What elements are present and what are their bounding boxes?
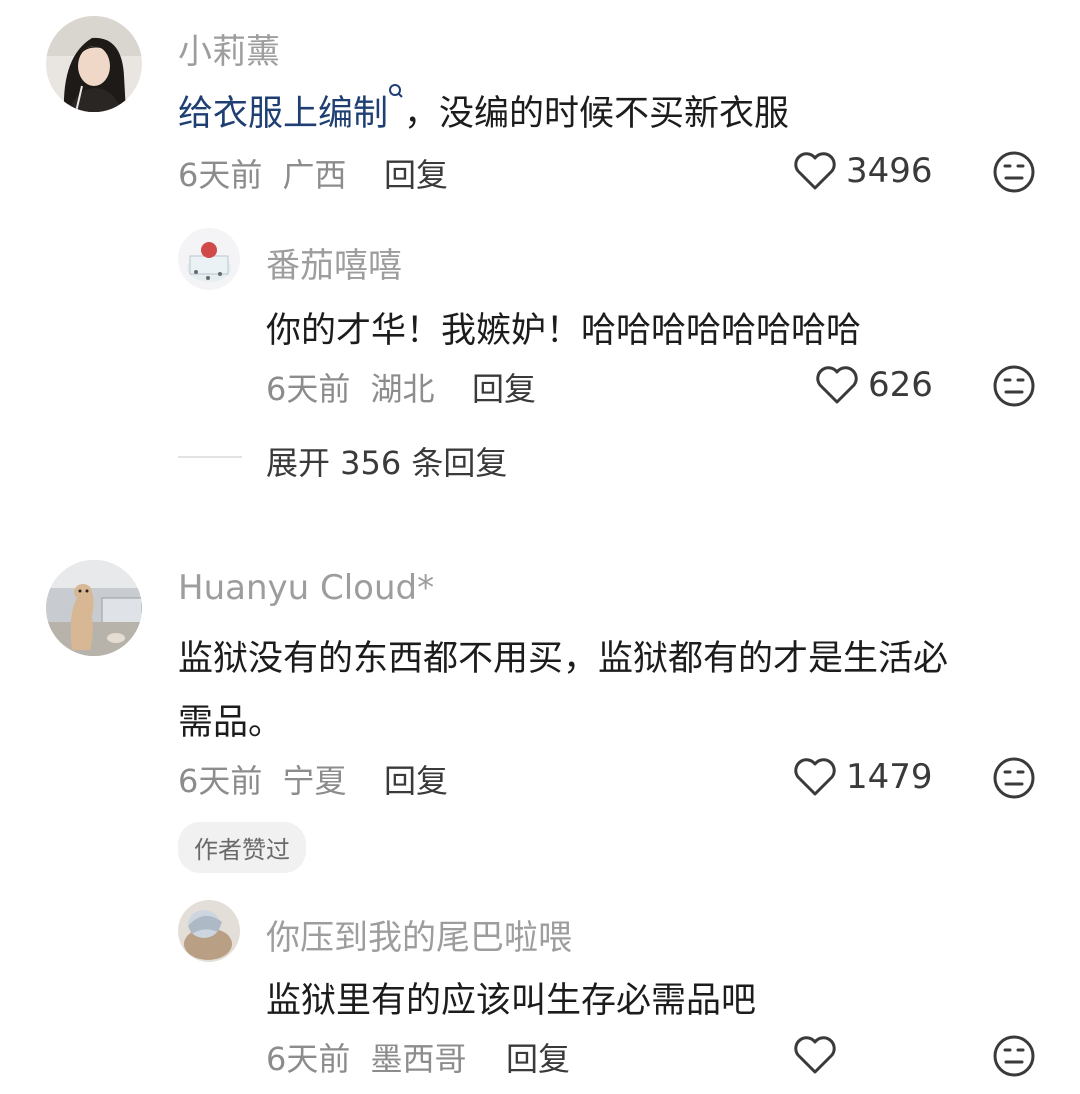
reply-time: 6天前 xyxy=(266,370,351,408)
reply-button[interactable]: 回复 xyxy=(472,364,536,410)
expand-replies-button[interactable]: 展开 356 条回复 xyxy=(266,438,507,484)
reply-content: 你的才华！我嫉妒！哈哈哈哈哈哈哈哈 xyxy=(266,311,862,351)
heart-icon xyxy=(792,756,838,798)
reply-button[interactable]: 回复 xyxy=(384,756,448,802)
comment-time: 6天前 xyxy=(178,762,263,800)
like-count: 3496 xyxy=(846,151,933,191)
comment-meta: 6天前 宁夏 xyxy=(178,756,347,802)
reply-meta: 6天前 墨西哥 xyxy=(266,1034,467,1080)
dislike-face-icon[interactable] xyxy=(992,756,1036,800)
comment-username[interactable]: Huanyu Cloud* xyxy=(178,568,434,608)
expand-divider xyxy=(178,456,242,458)
reply-username[interactable]: 番茄嘻嘻 xyxy=(266,238,402,287)
search-icon[interactable] xyxy=(388,84,404,117)
heart-icon xyxy=(814,364,860,406)
dislike-face-icon[interactable] xyxy=(992,364,1036,408)
comment-username[interactable]: 小莉薰 xyxy=(178,24,280,73)
author-liked-badge: 作者赞过 xyxy=(178,822,306,873)
like-count: 1479 xyxy=(846,757,933,797)
like-count: 626 xyxy=(868,365,933,405)
reply-time: 6天前 xyxy=(266,1040,351,1078)
comment-time: 6天前 xyxy=(178,156,263,194)
like-button[interactable]: 626 xyxy=(814,364,933,406)
reply-location: 湖北 xyxy=(370,370,435,408)
search-link[interactable]: 给衣服上编制 xyxy=(178,94,388,134)
reply-username[interactable]: 你压到我的尾巴啦喂 xyxy=(266,910,572,959)
like-button[interactable]: 1479 xyxy=(792,756,933,798)
reply-content: 监狱里有的应该叫生存必需品吧 xyxy=(266,981,757,1021)
avatar[interactable] xyxy=(46,560,142,656)
comment-content: 给衣服上编制 ，没编的时候不买新衣服 xyxy=(178,84,789,136)
avatar[interactable] xyxy=(46,16,142,112)
avatar[interactable] xyxy=(178,228,240,290)
reply-button[interactable]: 回复 xyxy=(384,150,448,196)
reply-button[interactable]: 回复 xyxy=(506,1034,570,1080)
heart-icon xyxy=(792,150,838,192)
comment-location: 宁夏 xyxy=(282,762,347,800)
like-button[interactable]: 3496 xyxy=(792,150,933,192)
avatar[interactable] xyxy=(178,900,240,962)
reply-meta: 6天前 湖北 xyxy=(266,364,435,410)
reply-location: 墨西哥 xyxy=(370,1040,467,1078)
comment-meta: 6天前 广西 xyxy=(178,150,347,196)
comment-content-line-2: 需品。 xyxy=(178,703,284,743)
heart-icon[interactable] xyxy=(792,1034,838,1076)
comment-location: 广西 xyxy=(282,156,347,194)
dislike-face-icon[interactable] xyxy=(992,150,1036,194)
dislike-face-icon[interactable] xyxy=(992,1034,1036,1078)
comment-content-line-1: 监狱没有的东西都不用买，监狱都有的才是生活必 xyxy=(178,639,949,679)
